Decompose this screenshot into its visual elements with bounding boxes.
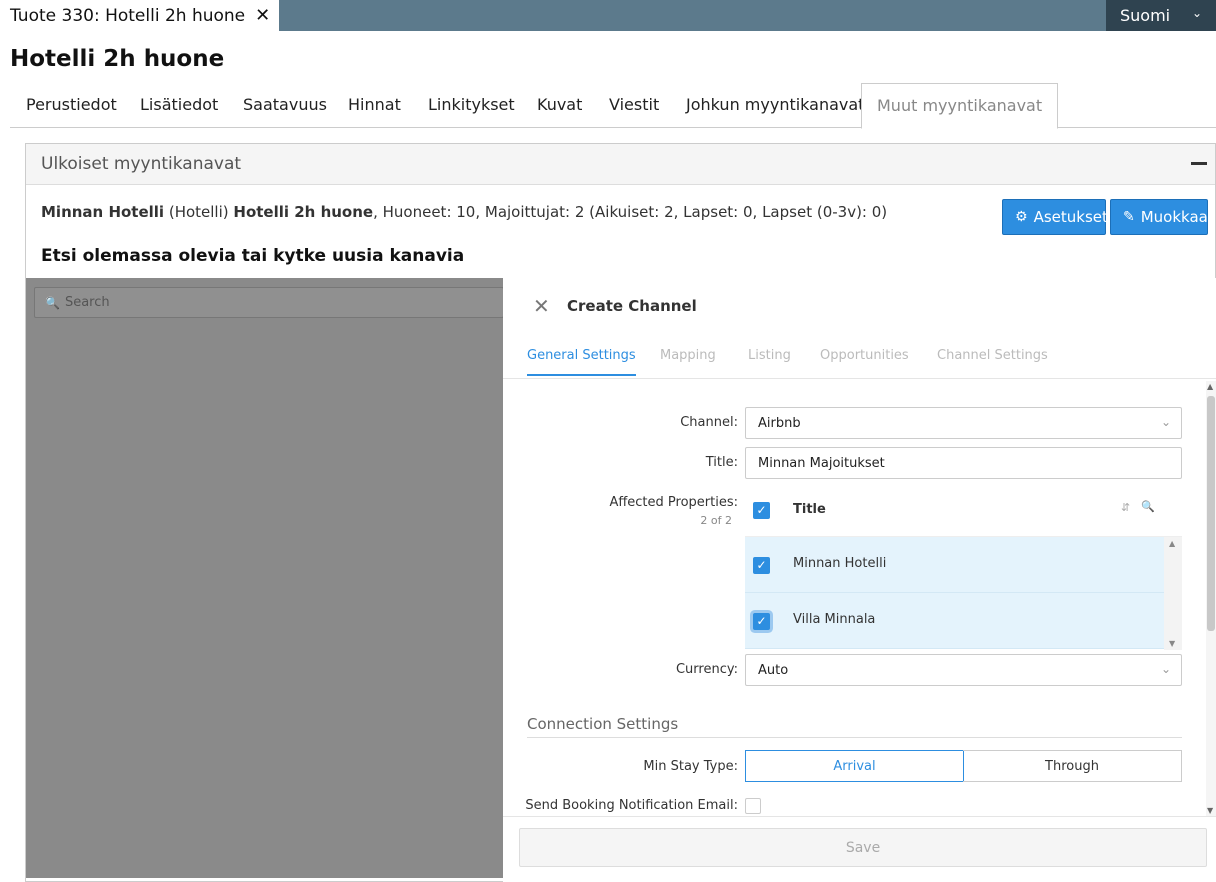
row-title: Villa Minnala [793, 612, 876, 627]
tab-muut-myyntikanavat[interactable]: Muut myyntikanavat [861, 83, 1059, 129]
min-stay-through-option[interactable]: Through [963, 750, 1182, 782]
form-scrollbar[interactable]: ▲ ▼ [1206, 381, 1216, 816]
row-checkbox[interactable]: ✓ [753, 557, 770, 574]
settings-button[interactable]: ⚙ Asetukset [1002, 199, 1108, 235]
title-label: Title: [705, 455, 738, 470]
search-input[interactable]: 🔍 Search [34, 287, 504, 318]
scroll-up-icon[interactable]: ▲ [1207, 382, 1213, 391]
affected-properties-count: 2 of 2 [700, 514, 732, 527]
tab-saatavuus[interactable]: Saatavuus [243, 83, 327, 128]
row-checkbox[interactable]: ✓ [753, 613, 770, 630]
notification-email-label: Send Booking Notification Email: [525, 798, 738, 813]
tab-mapping[interactable]: Mapping [660, 348, 716, 363]
channel-select[interactable]: Airbnb ⌄ [745, 407, 1182, 439]
document-tab-label: Tuote 330: Hotelli 2h huone [10, 5, 246, 26]
document-tab[interactable]: Tuote 330: Hotelli 2h huone ✕ [0, 0, 279, 31]
affected-properties-label: Affected Properties: [609, 495, 738, 510]
tab-viestit[interactable]: Viestit [609, 83, 659, 128]
chevron-down-icon: ⌄ [1160, 662, 1171, 676]
tab-kuvat[interactable]: Kuvat [537, 83, 582, 128]
close-icon[interactable]: ✕ [533, 294, 550, 318]
drawer-footer: Save [503, 816, 1216, 882]
tab-linkitykset[interactable]: Linkitykset [428, 83, 515, 128]
language-selector[interactable]: Suomi ⌄ [1106, 0, 1216, 31]
grid-header: ✓ Title ⇵ 🔍 [745, 485, 1182, 537]
drawer-title: Create Channel [567, 297, 697, 315]
tab-lisatiedot[interactable]: Lisätiedot [140, 83, 218, 128]
tab-hinnat[interactable]: Hinnat [348, 83, 401, 128]
hotel-name: Minnan Hotelli [41, 203, 165, 221]
channel-value: Airbnb [758, 415, 801, 431]
tab-johkun-myyntikanavat[interactable]: Johkun myyntikanavat [686, 83, 864, 128]
table-row[interactable]: ✓ Villa Minnala [745, 593, 1164, 649]
search-section-title: Etsi olemassa olevia tai kytke uusia kan… [41, 246, 465, 266]
edit-button[interactable]: ✎ Muokkaa [1110, 199, 1208, 235]
sort-icon[interactable]: ⇵ [1121, 501, 1130, 514]
page-title: Hotelli 2h huone [10, 46, 225, 72]
create-channel-drawer: ✕ Create Channel General Settings Mappin… [503, 278, 1216, 882]
hotel-type: (Hotelli) [164, 203, 234, 221]
select-all-checkbox[interactable]: ✓ [753, 502, 770, 519]
gear-icon: ⚙ [1015, 209, 1028, 225]
search-icon: 🔍 [45, 295, 60, 310]
pencil-icon: ✎ [1123, 209, 1135, 225]
tab-opportunities[interactable]: Opportunities [820, 348, 909, 363]
product-details: , Huoneet: 10, Majoittujat: 2 (Aikuiset:… [373, 203, 888, 221]
tab-general-settings[interactable]: General Settings [527, 348, 636, 376]
notification-email-checkbox[interactable] [745, 798, 761, 814]
row-title: Minnan Hotelli [793, 556, 887, 571]
chevron-down-icon: ⌄ [1160, 415, 1171, 429]
edit-button-label: Muokkaa [1140, 208, 1208, 226]
close-icon[interactable]: ✕ [255, 5, 270, 26]
scrollbar-thumb[interactable] [1207, 396, 1215, 631]
product-info: Minnan Hotelli (Hotelli) Hotelli 2h huon… [41, 203, 887, 221]
scroll-down-icon[interactable]: ▼ [1207, 806, 1213, 815]
drawer-tabs: General Settings Mapping Listing Opportu… [503, 338, 1216, 379]
settings-button-label: Asetukset [1033, 208, 1108, 226]
channel-label: Channel: [680, 415, 738, 430]
title-input[interactable]: Minnan Majoitukset [745, 447, 1182, 479]
chevron-down-icon: ⌄ [1191, 6, 1202, 20]
tab-listing[interactable]: Listing [748, 348, 791, 363]
currency-select[interactable]: Auto ⌄ [745, 654, 1182, 686]
product-tabs: Perustiedot Lisätiedot Saatavuus Hinnat … [10, 83, 1216, 129]
panel-header: Ulkoiset myyntikanavat [26, 144, 1215, 185]
table-row[interactable]: ✓ Minnan Hotelli [745, 537, 1164, 593]
scroll-up-icon[interactable]: ▲ [1169, 539, 1175, 548]
properties-grid: ✓ Title ⇵ 🔍 ✓ Minnan Hotelli ✓ Villa Min… [745, 485, 1182, 650]
save-button[interactable]: Save [519, 828, 1207, 867]
general-settings-form: Channel: Airbnb ⌄ Title: Minnan Majoituk… [503, 379, 1216, 816]
min-stay-type-label: Min Stay Type: [643, 759, 738, 774]
grid-scrollbar[interactable]: ▲ ▼ [1164, 537, 1182, 650]
modal-backdrop[interactable] [26, 278, 504, 878]
tab-perustiedot[interactable]: Perustiedot [26, 83, 117, 128]
currency-value: Auto [758, 662, 789, 678]
scroll-down-icon[interactable]: ▼ [1169, 639, 1175, 648]
min-stay-arrival-option[interactable]: Arrival [745, 750, 964, 782]
search-placeholder: Search [64, 295, 110, 310]
currency-label: Currency: [675, 662, 738, 677]
grid-column-title: Title [793, 502, 826, 517]
panel-title: Ulkoiset myyntikanavat [41, 154, 242, 174]
product-name: Hotelli 2h huone [233, 203, 374, 221]
collapse-icon[interactable] [1191, 162, 1207, 165]
language-label: Suomi [1120, 6, 1171, 25]
title-value: Minnan Majoitukset [758, 455, 885, 471]
tab-channel-settings[interactable]: Channel Settings [937, 348, 1048, 363]
search-icon[interactable]: 🔍 [1141, 500, 1155, 513]
connection-settings-heading: Connection Settings [527, 715, 1182, 738]
